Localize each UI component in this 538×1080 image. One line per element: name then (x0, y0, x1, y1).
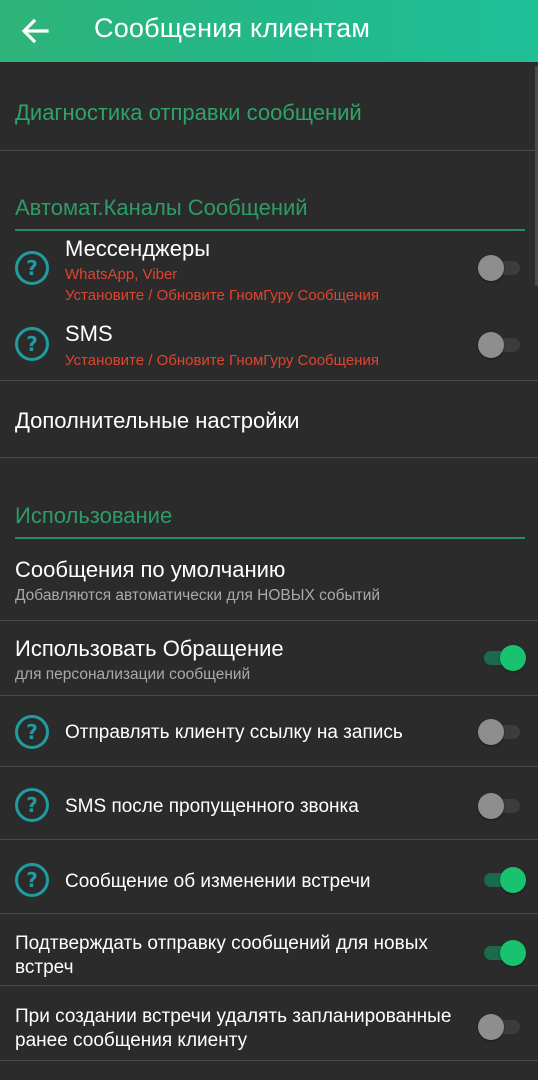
use-address-row[interactable]: Использовать Обращение для персонализаци… (0, 622, 538, 696)
use-address-subtitle: для персонализации сообщений (15, 666, 251, 683)
messengers-row[interactable]: ? Мессенджеры WhatsApp, Viber Установите… (0, 231, 538, 311)
messengers-apps: WhatsApp, Viber (65, 266, 178, 283)
back-button[interactable] (14, 10, 56, 52)
delete-scheduled-row[interactable]: При создании встречи удалять запланирова… (0, 987, 538, 1061)
confirm-sending-row[interactable]: Подтверждать отправку сообщений для новы… (0, 915, 538, 986)
help-icon[interactable]: ? (15, 863, 49, 897)
help-icon[interactable]: ? (15, 327, 49, 361)
app-bar: Сообщения клиентам (0, 0, 538, 62)
default-messages-title: Сообщения по умолчанию (15, 557, 286, 582)
default-messages-row[interactable]: Сообщения по умолчанию Добавляются автом… (0, 539, 538, 621)
sms-title: SMS (65, 321, 113, 346)
send-link-title: Отправлять клиенту ссылку на запись (65, 722, 403, 743)
send-link-row[interactable]: ? Отправлять клиенту ссылку на запись (0, 697, 538, 767)
diagnostics-row[interactable]: Диагностика отправки сообщений (0, 62, 538, 151)
section-header-auto-channels: Автомат.Каналы Сообщений (15, 195, 308, 220)
sms-missed-call-toggle[interactable] (478, 788, 524, 824)
help-icon[interactable]: ? (15, 715, 49, 749)
messengers-title: Мессенджеры (65, 236, 211, 261)
change-message-toggle[interactable] (478, 862, 526, 898)
diagnostics-label: Диагностика отправки сообщений (15, 100, 362, 125)
delete-scheduled-toggle[interactable] (478, 1009, 524, 1045)
help-icon[interactable]: ? (15, 251, 49, 285)
messengers-warning: Установите / Обновите ГномГуру Сообщения (65, 287, 379, 304)
sms-row[interactable]: ? SMS Установите / Обновите ГномГуру Соо… (0, 311, 538, 381)
send-link-toggle[interactable] (478, 714, 524, 750)
use-address-toggle[interactable] (478, 640, 526, 676)
change-message-row[interactable]: ? Сообщение об изменении встречи (0, 841, 538, 914)
additional-settings-row[interactable]: Дополнительные настройки (0, 382, 538, 458)
messengers-toggle[interactable] (478, 250, 524, 286)
arrow-left-icon (21, 18, 49, 44)
sms-missed-call-title: SMS после пропущенного звонка (65, 796, 359, 817)
use-address-title: Использовать Обращение (15, 636, 284, 661)
sms-toggle[interactable] (478, 327, 524, 363)
delete-scheduled-title: При создании встречи удалять запланирова… (15, 1006, 452, 1051)
help-icon[interactable]: ? (15, 788, 49, 822)
change-message-title: Сообщение об изменении встречи (65, 871, 371, 892)
confirm-sending-title: Подтверждать отправку сообщений для новы… (15, 933, 428, 978)
page-title: Сообщения клиентам (94, 13, 371, 43)
confirm-sending-toggle[interactable] (478, 935, 526, 971)
section-header-usage: Использование (15, 503, 173, 528)
sms-warning: Установите / Обновите ГномГуру Сообщения (65, 352, 379, 369)
sms-missed-call-row[interactable]: ? SMS после пропущенного звонка (0, 768, 538, 840)
default-messages-subtitle: Добавляются автоматически для НОВЫХ собы… (15, 587, 381, 604)
additional-settings-label: Дополнительные настройки (15, 408, 300, 433)
